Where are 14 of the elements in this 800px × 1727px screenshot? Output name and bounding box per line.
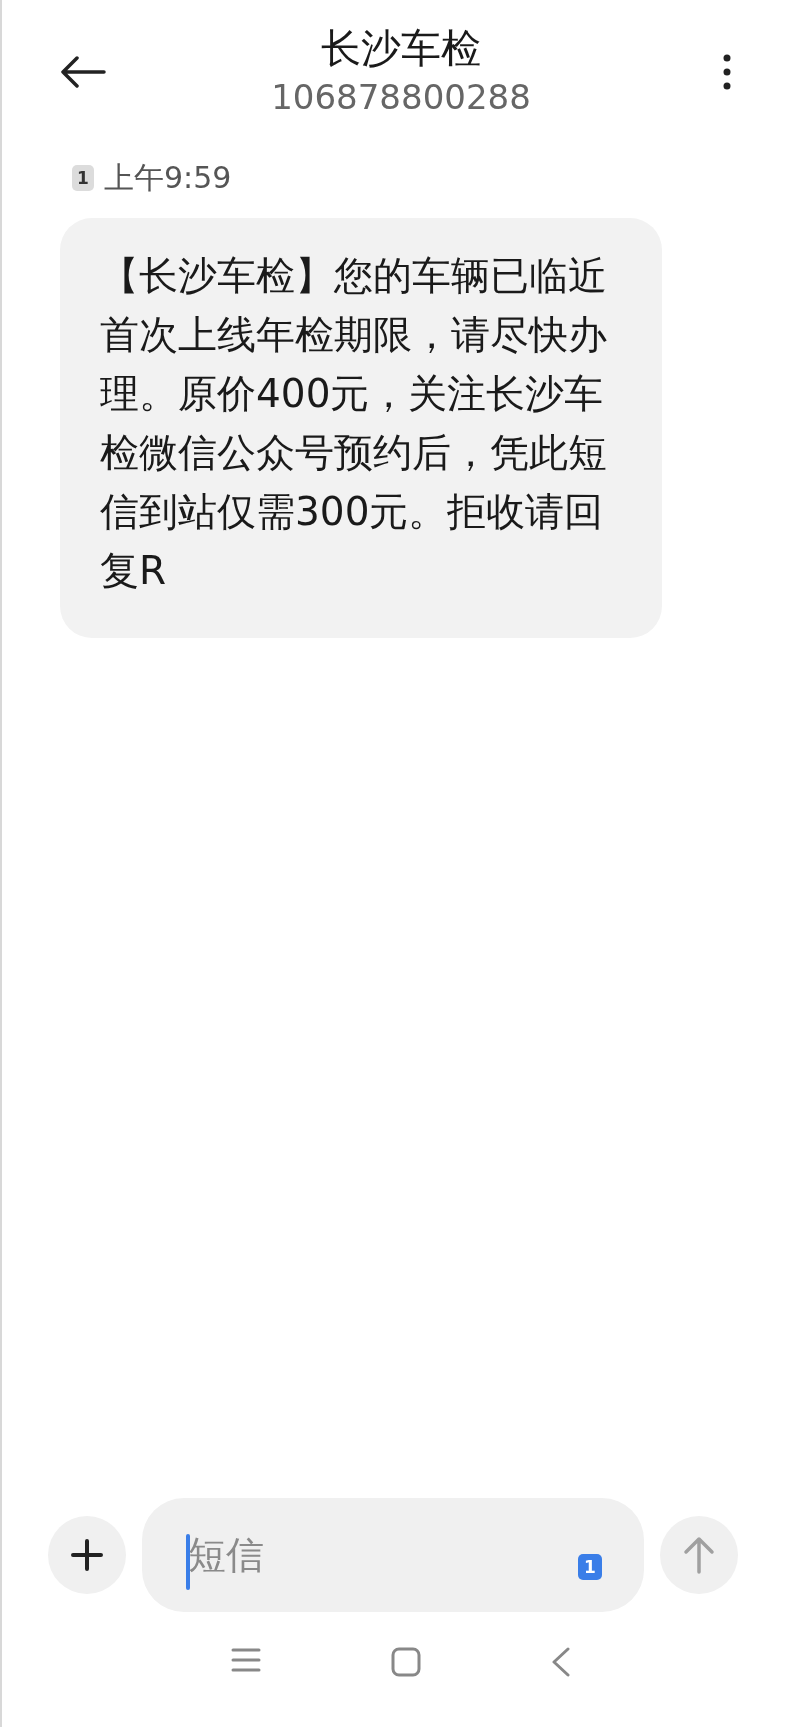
message-bubble: 【长沙车检】您的车辆已临近首次上线年检期限，请尽快办理。原价400元，关注长沙车检微信公众号预约后，凭此短信到站仅需300元。拒收请回复R — [60, 218, 662, 638]
back-icon[interactable] — [60, 56, 106, 88]
sim-badge[interactable]: 1 — [578, 1554, 602, 1580]
message-input-field[interactable]: 短信 1 — [142, 1498, 644, 1612]
up-arrow-icon — [683, 1536, 715, 1574]
message-time: 上午9:59 — [104, 158, 232, 197]
contact-name: 长沙车检 — [321, 24, 481, 73]
home-icon[interactable] — [391, 1647, 421, 1677]
phone-number: 106878800288 — [271, 76, 531, 119]
more-options-icon[interactable] — [722, 54, 732, 90]
plus-icon — [71, 1539, 103, 1571]
sim-badge: 1 — [72, 165, 94, 191]
text-cursor — [186, 1534, 190, 1590]
menu-icon[interactable] — [231, 1647, 261, 1673]
